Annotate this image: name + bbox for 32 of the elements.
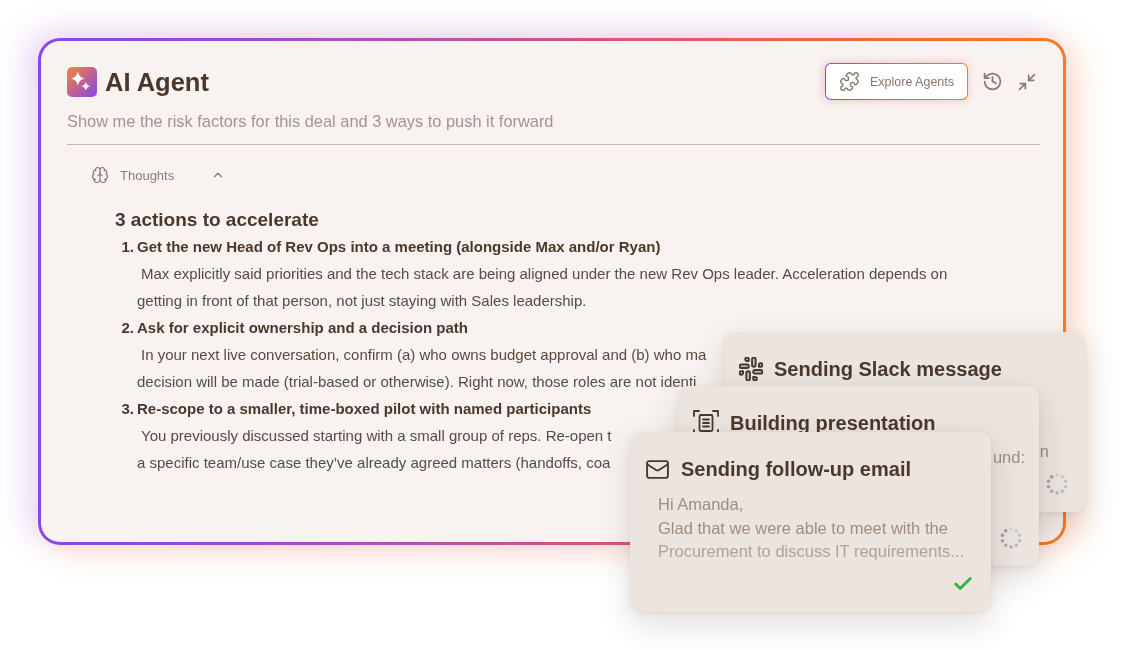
- slack-icon: [739, 357, 763, 381]
- action-description-line: getting in front of that person, not just staying with Sales leadership.: [137, 291, 587, 311]
- list-number: 2.: [120, 318, 135, 338]
- response-heading: 3 actions to accelerate: [115, 208, 319, 231]
- list-number: 1.: [120, 237, 135, 257]
- action-description-line: You previously discussed starting with a small group of reps. Re-open t: [141, 426, 612, 446]
- puzzle-icon: [838, 71, 860, 92]
- list-number: 3.: [120, 399, 135, 419]
- explore-agents-button[interactable]: Explore Agents: [825, 63, 968, 100]
- history-icon: [981, 71, 1003, 92]
- task-preview-line: Glad that we were able to meet with the: [658, 517, 948, 539]
- action-title: Ask for explicit ownership and a decision path: [137, 318, 468, 338]
- action-description-line: Max explicitly said priorities and the tech stack are being aligned under the new Rev Ops leader. Acceleration depends on: [141, 264, 948, 284]
- action-description-line: In your next live conversation, confirm (a) who owns budget approval and (b) who ma: [141, 345, 707, 365]
- task-title: Sending follow-up email: [681, 457, 911, 481]
- brain-icon: [91, 166, 109, 184]
- sparkle-app-icon: [67, 66, 97, 97]
- panel-title: AI Agent: [105, 66, 209, 97]
- task-preview-line: und:: [992, 447, 1025, 468]
- action-description-line: decision will be made (trial-based or otherwise). Right now, those roles are not identi: [137, 372, 697, 392]
- task-title: Building presentation: [730, 411, 936, 435]
- task-title: Sending Slack message: [774, 357, 1002, 381]
- task-preview-line: Hi Amanda,: [658, 494, 744, 515]
- collapse-icon: [1017, 71, 1037, 92]
- action-description-line: a specific team/use case they’ve already agreed matters (handoffs, coa: [137, 453, 611, 473]
- prompt-text: Show me the risk factors for this deal and 3 ways to push it forward: [67, 111, 554, 131]
- thoughts-toggle[interactable]: Thoughts: [91, 166, 226, 184]
- action-title: Get the new Head of Rev Ops into a meeting (alongside Max and/or Ryan): [137, 237, 661, 257]
- task-preview-line: Procurement to discuss IT requirements...: [658, 541, 964, 562]
- task-preview-line: n: [1039, 441, 1049, 462]
- history-button[interactable]: [981, 70, 1003, 93]
- action-title: Re-scope to a smaller, time-boxed pilot with named participants: [137, 399, 592, 419]
